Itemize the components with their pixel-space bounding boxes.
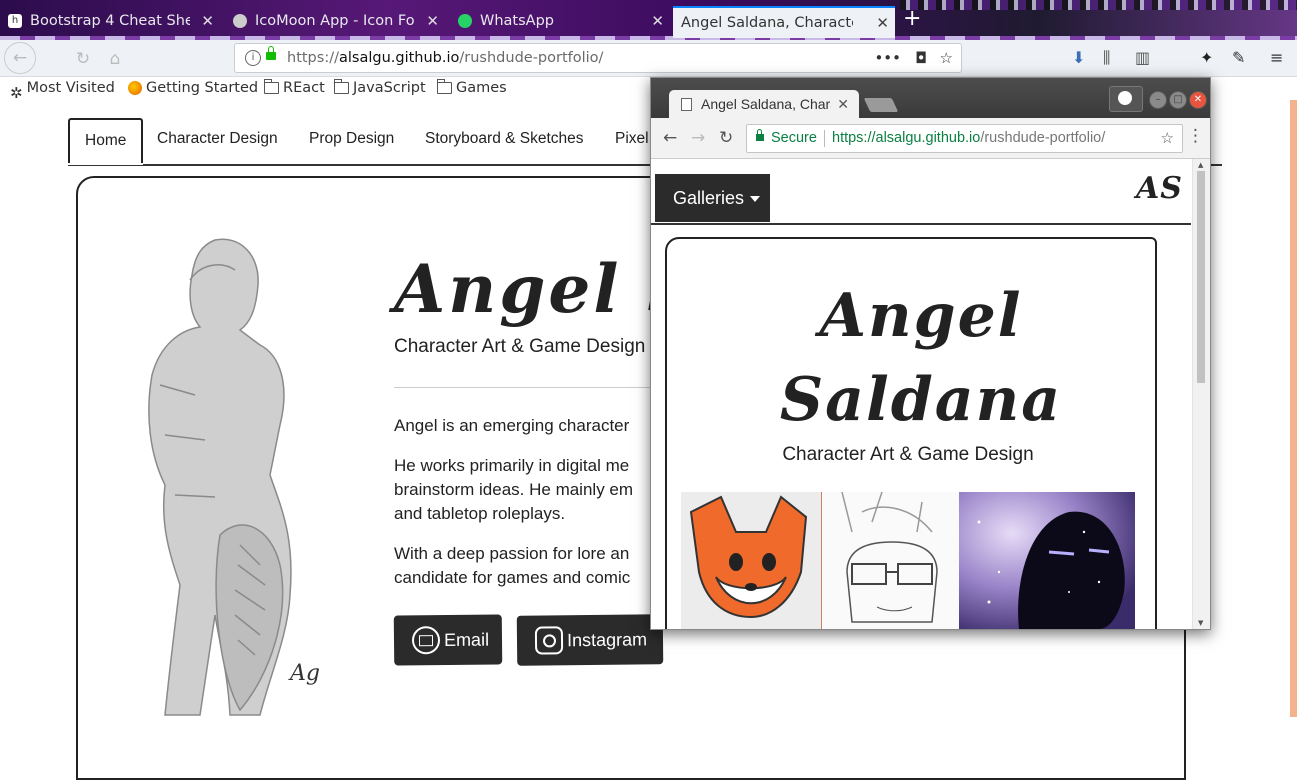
bio-line: With a deep passion for lore an xyxy=(394,544,630,563)
lock-icon xyxy=(266,46,276,60)
chrome-toolbar: ← → ↻ Secure https://alsalgu.github.io/r… xyxy=(651,118,1210,159)
sketch-portrait-thumbnail[interactable] xyxy=(821,492,960,629)
icomoon-favicon-icon xyxy=(233,14,247,28)
address-bar[interactable]: i https://alsalgu.github.io/rushdude-por… xyxy=(234,43,962,73)
artist-signature: Ag xyxy=(288,661,320,686)
site-logo[interactable]: AS xyxy=(1136,171,1183,206)
hero-title: Angel Saldana xyxy=(779,281,1063,435)
omnibox[interactable]: Secure https://alsalgu.github.io/rushdud… xyxy=(746,124,1183,153)
site-info-icon[interactable]: i xyxy=(245,50,261,66)
extension-icon[interactable]: ✦ xyxy=(1200,48,1213,67)
pocket-icon[interactable]: ◘ xyxy=(915,44,927,72)
home-button[interactable]: ⌂ xyxy=(102,46,128,72)
bookmark-most-visited[interactable]: ✲ Most Visited xyxy=(10,77,115,102)
scroll-thumb[interactable] xyxy=(1197,171,1205,383)
profile-icon[interactable] xyxy=(1109,86,1143,112)
gear-icon: ✲ xyxy=(10,84,23,102)
galleries-dropdown[interactable]: Galleries xyxy=(655,174,770,222)
lock-icon xyxy=(756,129,764,141)
caret-down-icon xyxy=(750,196,761,203)
close-tab-icon[interactable]: ✕ xyxy=(201,6,214,36)
fox-portrait-thumbnail[interactable] xyxy=(681,492,821,629)
bookmark-folder-games[interactable]: Games xyxy=(437,77,507,99)
email-button[interactable]: Email xyxy=(393,614,503,666)
character-sketch-image: Ag xyxy=(148,238,320,716)
header-rule xyxy=(651,223,1191,225)
scroll-down-arrow-icon[interactable]: ▼ xyxy=(1198,619,1203,627)
kebab-menu-icon[interactable]: ⋮ xyxy=(1187,126,1204,146)
firefox-icon xyxy=(128,81,142,95)
folder-icon xyxy=(334,79,349,94)
tab-bootstrap-cheat-sheet[interactable]: hBootstrap 4 Cheat Sheet ✕ xyxy=(0,6,220,36)
folder-icon xyxy=(264,79,279,94)
nav-storyboard-sketches[interactable]: Storyboard & Sketches xyxy=(425,118,584,160)
close-window-button[interactable]: ✕ xyxy=(1189,91,1207,109)
bio-line: candidate for games and comic xyxy=(394,568,631,587)
close-tab-icon[interactable]: ✕ xyxy=(426,6,439,36)
forward-button[interactable]: → xyxy=(691,128,705,148)
chrome-tab[interactable]: Angel Saldana, Character Art ✕ xyxy=(669,90,859,118)
page-scrollbar[interactable] xyxy=(1290,100,1297,717)
sidebar-icon[interactable]: ▥ xyxy=(1135,48,1150,67)
page-actions-icon[interactable]: ••• xyxy=(874,44,901,72)
bookmark-star-icon[interactable]: ☆ xyxy=(1161,125,1174,152)
instagram-button[interactable]: Instagram xyxy=(516,614,664,666)
chrome-title-bar: Angel Saldana, Character Art ✕ – □ ✕ xyxy=(651,78,1210,118)
chrome-scrollbar[interactable]: ▲ ▼ xyxy=(1192,159,1210,629)
download-icon[interactable]: ⬇ xyxy=(1072,48,1085,67)
reload-button[interactable]: ↻ xyxy=(70,46,96,72)
bookmark-star-icon[interactable]: ☆ xyxy=(940,44,953,72)
maximize-button[interactable]: □ xyxy=(1169,91,1187,109)
library-icon[interactable]: ⫼ xyxy=(1103,48,1110,68)
firefox-tab-bar: hBootstrap 4 Cheat Sheet ✕ IcoMoon App -… xyxy=(0,0,1297,40)
chrome-viewport: Galleries AS Angel Saldana Character Art … xyxy=(651,159,1210,629)
new-tab-button[interactable] xyxy=(863,98,899,112)
tab-icomoon[interactable]: IcoMoon App - Icon Font ✕ xyxy=(225,6,445,36)
gallery-thumbnails xyxy=(681,492,1135,629)
nav-character-design[interactable]: Character Design xyxy=(157,118,278,160)
eyedropper-icon[interactable]: ✎ xyxy=(1232,48,1245,67)
url-text: https://alsalgu.github.io/rushdude-portf… xyxy=(287,50,604,66)
bookmark-folder-react[interactable]: REact xyxy=(264,77,325,99)
close-tab-icon[interactable]: ✕ xyxy=(837,90,849,118)
folder-icon xyxy=(437,79,452,94)
minimize-button[interactable]: – xyxy=(1149,91,1167,109)
cosmic-portrait-thumbnail[interactable] xyxy=(959,492,1135,629)
bookmarks-toolbar: ✲ Most Visited Getting Started REact Java… xyxy=(0,77,520,102)
bio-line: and tabletop roleplays. xyxy=(394,504,566,523)
hero-subtitle: Character Art & Game Design xyxy=(782,444,1034,465)
url-text: https://alsalgu.github.io/rushdude-portf… xyxy=(832,130,1106,146)
nav-home[interactable]: Home xyxy=(68,118,144,163)
nav-prop-design[interactable]: Prop Design xyxy=(309,118,394,160)
back-button[interactable]: ← xyxy=(4,42,36,74)
close-tab-icon[interactable]: ✕ xyxy=(876,8,889,38)
bio-line: brainstorm ideas. He mainly em xyxy=(394,480,634,499)
bootstrap-favicon-icon: h xyxy=(8,14,22,28)
instagram-icon xyxy=(534,626,564,655)
nav-pixel[interactable]: Pixel xyxy=(615,118,649,160)
back-button[interactable]: ← xyxy=(663,128,677,148)
whatsapp-favicon-icon xyxy=(458,14,472,28)
bio-line: Angel is an emerging character xyxy=(394,416,630,435)
tab-angel-saldana[interactable]: Angel Saldana, Character Art ✕ xyxy=(673,6,895,38)
firefox-nav-bar: ← ↻ ⌂ i https://alsalgu.github.io/rushdu… xyxy=(0,40,1297,77)
tab-whatsapp[interactable]: WhatsApp ✕ xyxy=(450,6,670,36)
scroll-up-arrow-icon[interactable]: ▲ xyxy=(1198,161,1203,169)
bookmark-getting-started[interactable]: Getting Started xyxy=(128,77,258,99)
menu-icon[interactable]: ≡ xyxy=(1270,48,1283,67)
document-icon xyxy=(681,98,692,111)
bio-line: He works primarily in digital me xyxy=(394,456,630,475)
close-tab-icon[interactable]: ✕ xyxy=(651,6,664,36)
reload-button[interactable]: ↻ xyxy=(719,128,733,148)
bookmark-folder-javascript[interactable]: JavaScript xyxy=(334,77,426,99)
hero-subtitle: Character Art & Game Design xyxy=(394,336,646,357)
mail-icon xyxy=(411,626,441,655)
chrome-window: Angel Saldana, Character Art ✕ – □ ✕ ← →… xyxy=(650,77,1211,630)
hero-divider xyxy=(394,387,654,388)
new-tab-button[interactable]: + xyxy=(903,6,921,32)
